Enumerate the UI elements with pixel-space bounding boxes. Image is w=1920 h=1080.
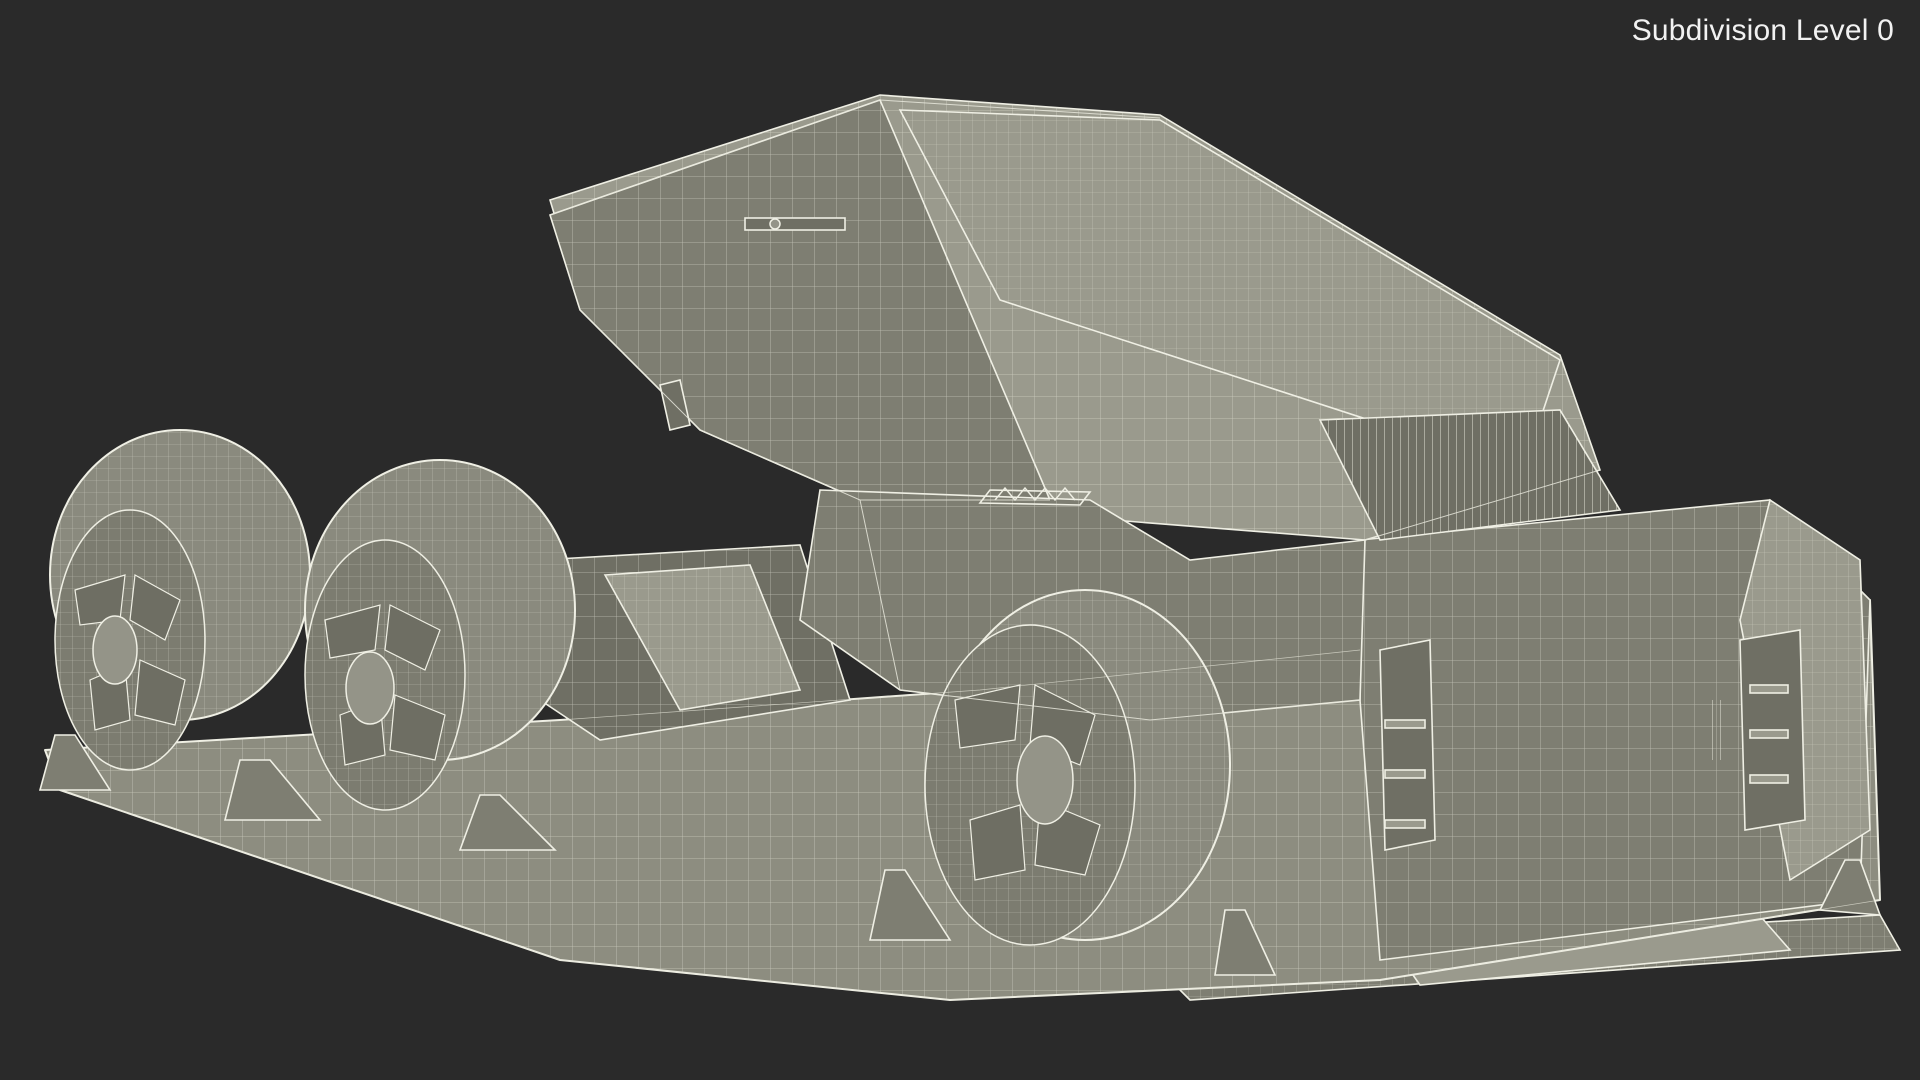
rear-vent-left — [1379, 639, 1436, 851]
wheel-rear — [49, 429, 311, 771]
subdivision-level-label: Subdivision Level 0 — [1631, 14, 1894, 47]
wireframe-vehicle-render — [38, 94, 1902, 1001]
door-handle — [744, 217, 846, 231]
render-viewport: Subdivision Level 0 — [0, 0, 1920, 1080]
